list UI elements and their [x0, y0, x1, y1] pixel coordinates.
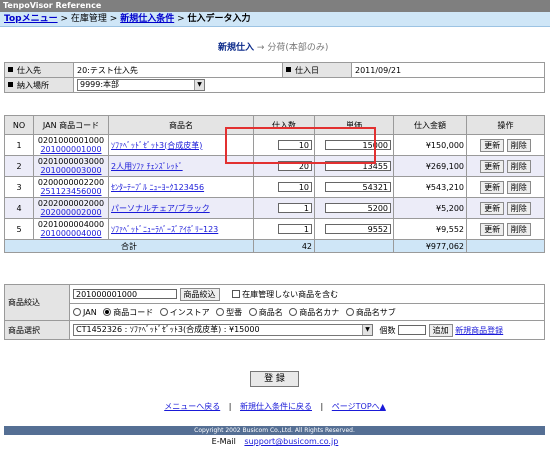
qty-input[interactable]: 10 [278, 182, 312, 192]
product-name-link[interactable]: ｿﾌｧﾍﾞｯﾄﾞﾆｭｰﾗﾊﾞｰｽﾞｱｲﾎﾞﾘｰ123 [111, 225, 218, 234]
update-button[interactable]: 更新 [480, 201, 505, 215]
col-jan: JAN 商品コード [33, 115, 109, 135]
qty-input[interactable]: 1 [278, 224, 312, 234]
radio-product-code[interactable] [103, 307, 112, 316]
breadcrumb-separator: > [109, 14, 118, 24]
supplier-label-cell: 仕入先 [4, 62, 74, 78]
chevron-down-icon: ▼ [194, 80, 204, 90]
highlight-box [225, 127, 376, 164]
qty-input[interactable]: 1 [278, 203, 312, 213]
total-amount: ¥977,062 [393, 239, 467, 253]
bullet-icon [286, 66, 291, 72]
total-row: 合計 42 ¥977,062 [4, 239, 545, 253]
product-code-link[interactable]: 201000001000 [40, 145, 101, 154]
delete-button[interactable]: 削除 [506, 222, 531, 236]
total-label: 合計 [4, 239, 254, 253]
product-code-link[interactable]: 201000004000 [40, 229, 101, 238]
search-type-radios: JAN 商品コード インストア 型番 商品名 商品名カナ 商品名サブ [69, 303, 545, 321]
radio-jan[interactable] [73, 307, 81, 316]
select-label: 商品選択 [4, 320, 70, 340]
date-label-cell: 仕入日 [282, 62, 352, 78]
date-value: 2011/09/21 [351, 62, 545, 78]
footer-bar: Copyright 2002 Busicom Co.,Ltd. All Righ… [4, 426, 545, 435]
email-label: E-Mail [211, 437, 236, 446]
table-row: 5 0201000004000 201000004000 ｿﾌｧﾍﾞｯﾄﾞﾆｭｰﾗ… [4, 218, 545, 240]
back-to-condition-link[interactable]: 新規仕入条件に戻る [240, 402, 312, 411]
product-name-link[interactable]: ｾﾝﾀｰﾃｰﾌﾞﾙ ﾆｭｰﾖｰｸ123456 [111, 183, 204, 192]
product-code-link[interactable]: 251123456000 [40, 187, 101, 196]
col-no: NO [4, 115, 34, 135]
include-unmanaged-checkbox[interactable] [232, 289, 241, 298]
unit-price-input[interactable]: 9552 [325, 224, 391, 234]
breadcrumb-top-menu[interactable]: Topメニュー [4, 14, 58, 24]
supplier-value: 20:テスト仕入先 [73, 62, 283, 78]
product-code-link[interactable]: 202000002000 [40, 208, 101, 217]
support-email-link[interactable]: support@busicom.co.jp [244, 437, 338, 446]
radio-product-name-sub[interactable] [345, 307, 354, 316]
delete-button[interactable]: 削除 [506, 138, 531, 152]
add-button[interactable]: 追加 [428, 323, 453, 337]
unit-price-input[interactable]: 54321 [325, 182, 391, 192]
step-arrow: → [256, 43, 265, 53]
table-row: 4 0202000002000 202000002000 パーソナルチェア/ブラッ… [4, 197, 545, 219]
count-input[interactable] [398, 325, 427, 335]
copyright: Copyright 2002 Busicom Co.,Ltd. All Righ… [194, 427, 355, 434]
email-line: E-Mail support@busicom.co.jp [0, 437, 550, 446]
breadcrumb: Topメニュー > 在庫管理 > 新規仕入条件 > 仕入データ入力 [0, 12, 550, 27]
bullet-icon [8, 81, 13, 87]
update-button[interactable]: 更新 [480, 159, 505, 173]
new-product-link[interactable]: 新規商品登録 [455, 326, 503, 335]
step-next: 分荷(本部のみ) [267, 43, 329, 53]
purchase-info-table: 仕入先 20:テスト仕入先 仕入日 2011/09/21 納入場所 9999:本… [4, 62, 545, 93]
delete-button[interactable]: 削除 [506, 159, 531, 173]
radio-product-name[interactable] [248, 307, 257, 316]
product-name-link[interactable]: 2人用ｿﾌｧ ﾁｪﾝｽﾞﾚｯﾄﾞ [111, 162, 183, 171]
narrow-label: 商品絞込 [4, 284, 70, 321]
product-select[interactable]: CT1452326 : ｿﾌｧﾍﾞｯﾄﾞｾﾞｯﾄ3(合成皮革) : ¥15000… [73, 324, 373, 336]
radio-instore[interactable] [159, 307, 168, 316]
breadcrumb-separator: > [177, 14, 185, 24]
delete-button[interactable]: 削除 [506, 180, 531, 194]
page-top-link[interactable]: ページTOPへ▲ [332, 402, 386, 411]
count-label: 個数 [379, 325, 396, 335]
update-button[interactable]: 更新 [480, 180, 505, 194]
bullet-icon [8, 66, 13, 72]
location-label-cell: 納入場所 [4, 77, 74, 93]
product-code-link[interactable]: 201000003000 [40, 166, 101, 175]
col-actions: 操作 [466, 115, 545, 135]
breadcrumb-current: 仕入データ入力 [187, 14, 251, 24]
total-qty: 42 [253, 239, 315, 253]
location-select[interactable]: 9999:本部 ▼ [77, 79, 205, 91]
bottom-links: メニューへ戻る | 新規仕入条件に戻る | ページTOPへ▲ [164, 402, 386, 411]
unit-price-input[interactable]: 5200 [325, 203, 391, 213]
radio-product-name-kana[interactable] [289, 307, 298, 316]
breadcrumb-inventory: 在庫管理 [70, 14, 107, 24]
update-button[interactable]: 更新 [480, 138, 505, 152]
step-current: 新規仕入 [218, 43, 255, 53]
step-indicator: 新規仕入 → 分荷(本部のみ) [218, 40, 328, 53]
delete-button[interactable]: 削除 [506, 201, 531, 215]
app-title: TenpoVisor Reference [3, 1, 102, 10]
include-unmanaged-label: 在庫管理しない商品を含む [242, 289, 339, 299]
breadcrumb-separator: > [60, 14, 68, 24]
register-button[interactable]: 登 録 [250, 371, 299, 387]
col-amount: 仕入金額 [393, 115, 467, 135]
product-name-link[interactable]: パーソナルチェア/ブラック [111, 204, 210, 213]
product-filter-table: 商品絞込 201000001000 商品絞込 在庫管理しない商品を含む JAN … [4, 284, 545, 340]
update-button[interactable]: 更新 [480, 222, 505, 236]
breadcrumb-new-purchase-condition[interactable]: 新規仕入条件 [120, 14, 174, 24]
narrow-button[interactable]: 商品絞込 [179, 287, 220, 301]
product-name-link[interactable]: ｿﾌｧﾍﾞｯﾄﾞｾﾞｯﾄ3(合成皮革) [111, 141, 202, 150]
app-title-bar: TenpoVisor Reference [0, 0, 550, 12]
table-row: 3 0200000002200 251123456000 ｾﾝﾀｰﾃｰﾌﾞﾙ ﾆｭ… [4, 176, 545, 198]
chevron-down-icon: ▼ [362, 325, 372, 335]
radio-model-number[interactable] [216, 307, 225, 316]
narrow-input[interactable]: 201000001000 [73, 289, 177, 299]
back-to-menu-link[interactable]: メニューへ戻る [164, 402, 220, 411]
